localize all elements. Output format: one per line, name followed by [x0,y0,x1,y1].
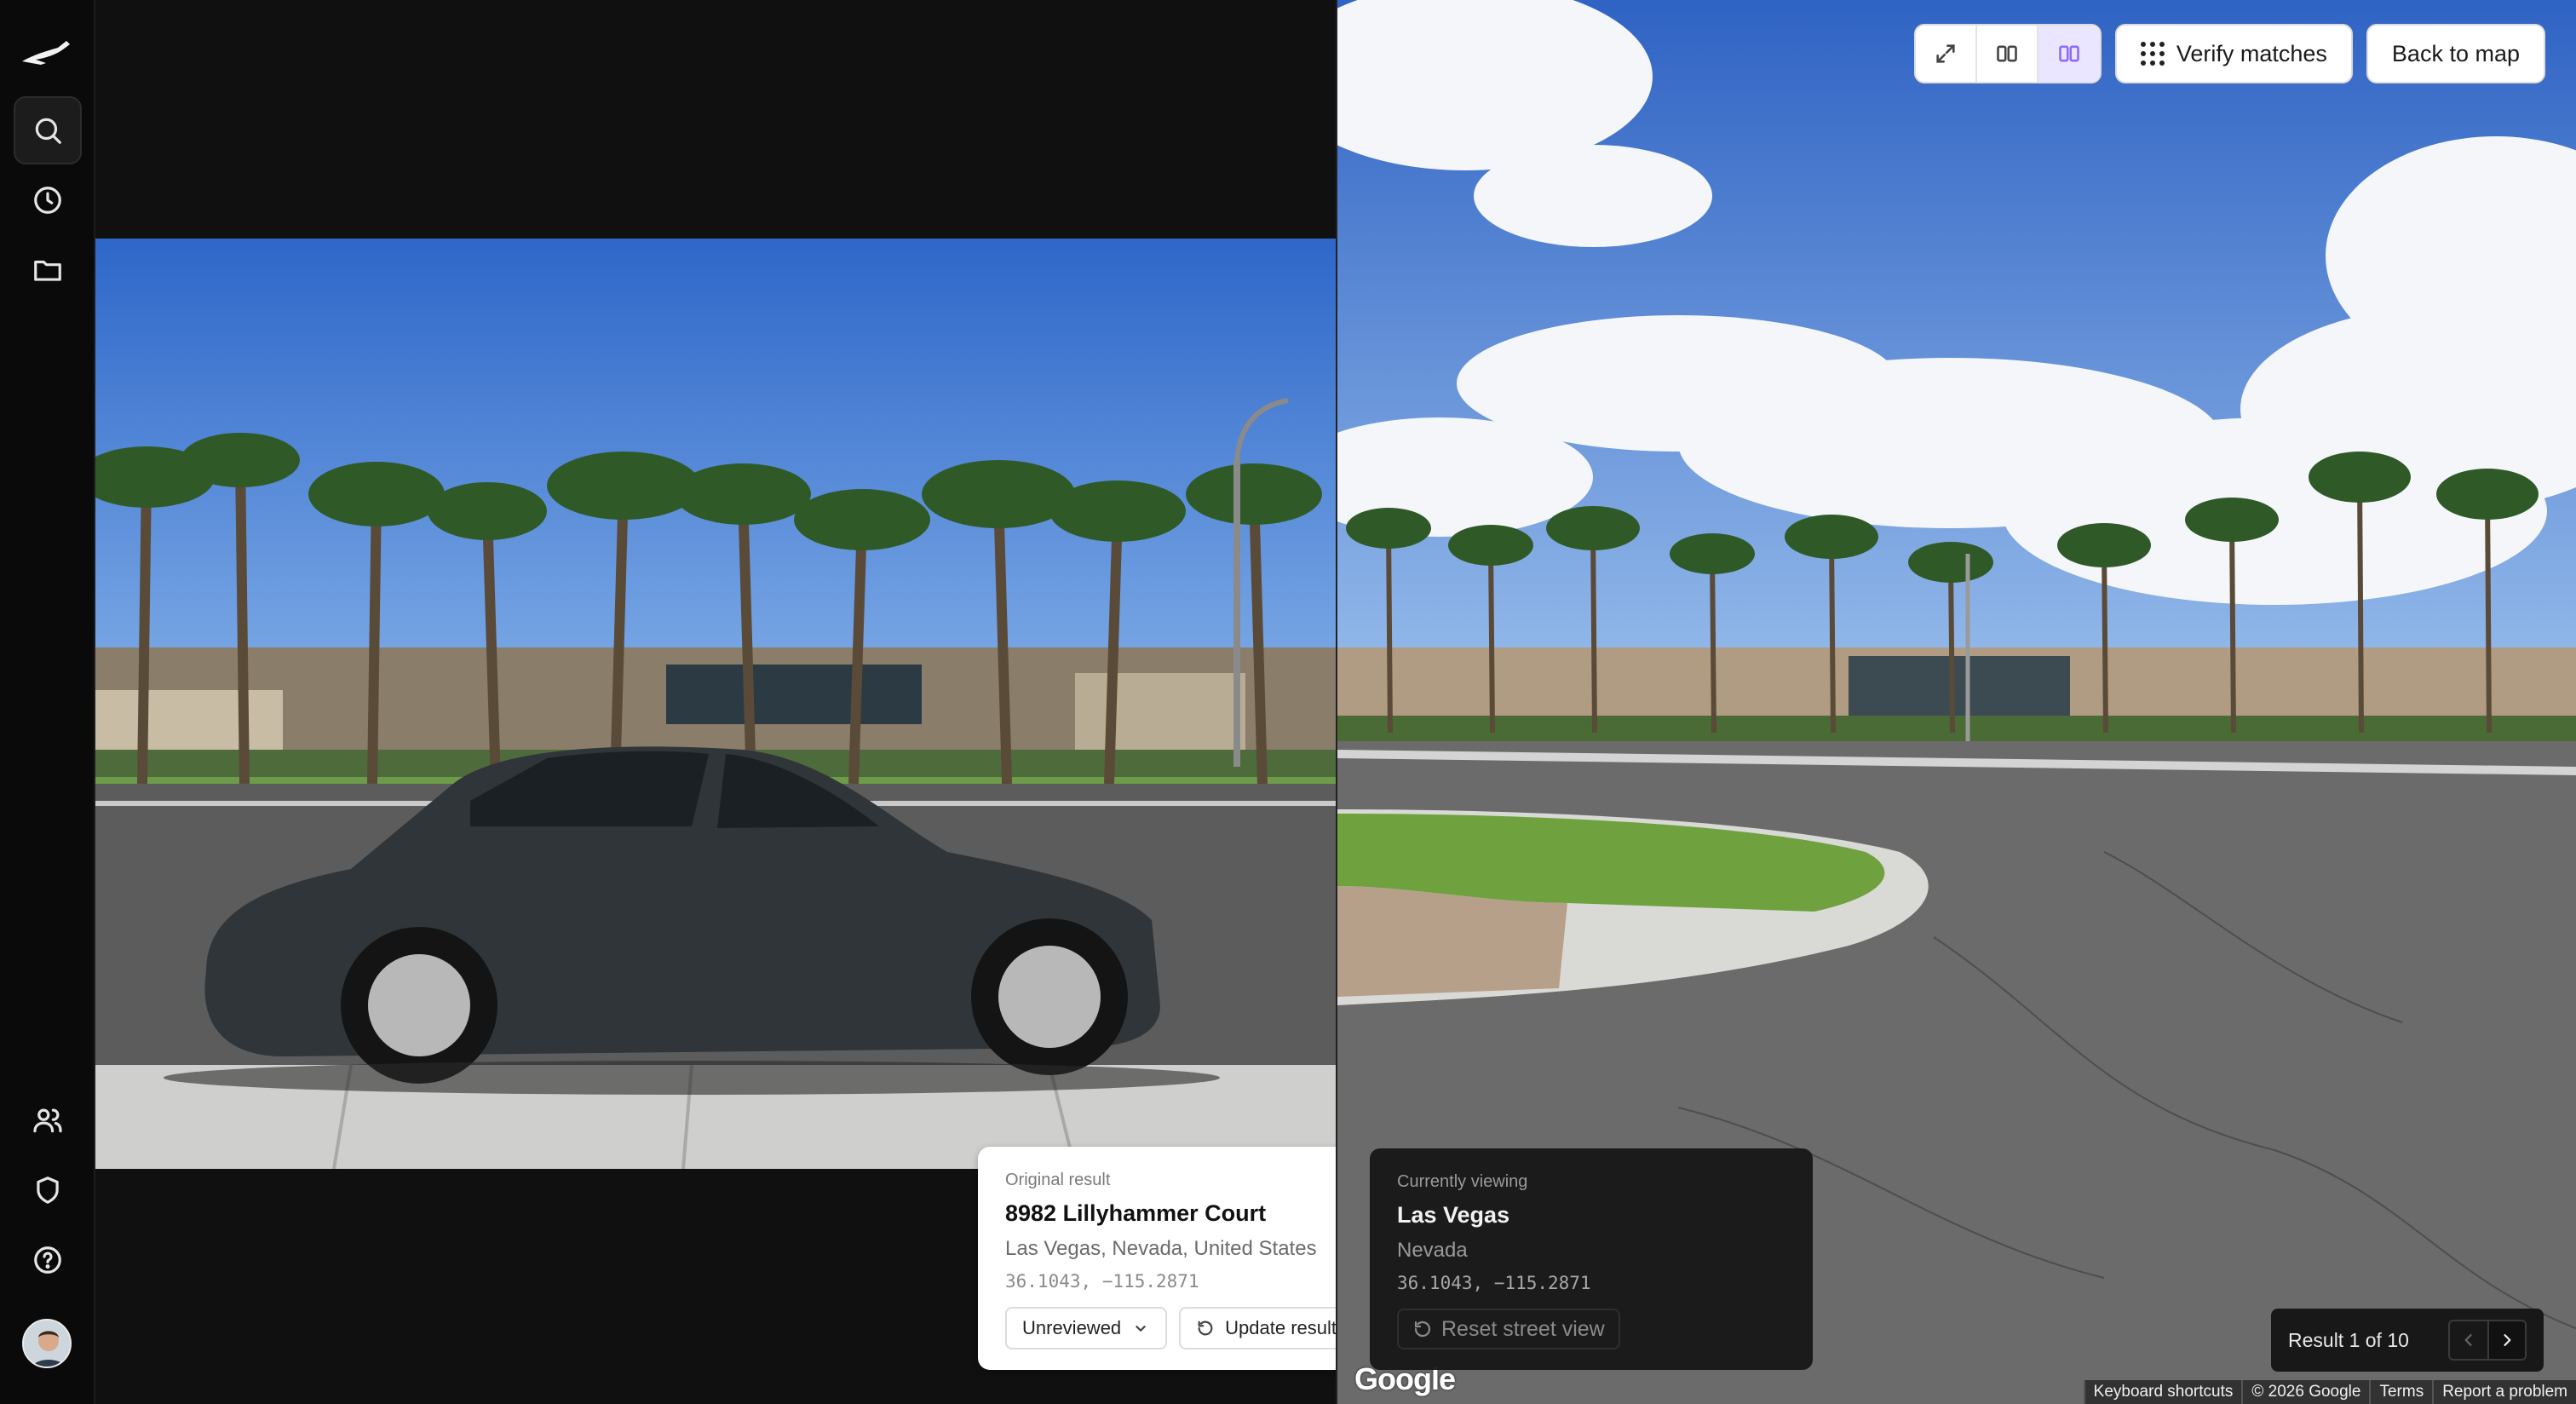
copyright-text: © 2026 Google [2241,1380,2370,1404]
reset-street-view-button[interactable]: Reset street view [1397,1309,1620,1349]
sidebar-item-folder[interactable] [14,236,82,304]
sidebar-item-search[interactable] [14,96,82,164]
terms-link[interactable]: Terms [2369,1380,2433,1404]
result-count-label: Result 1 of 10 [2288,1328,2409,1351]
original-result-caption: Original result [1005,1171,1111,1189]
sidebar-item-history[interactable] [14,166,82,234]
result-pager: Result 1 of 10 [2271,1309,2544,1372]
viewing-city: Las Vegas [1397,1202,1510,1228]
sidebar-item-security[interactable] [14,1156,82,1224]
search-icon [35,118,61,144]
original-address: 8982 Lillyhammer Court [1005,1200,1267,1226]
original-city: Las Vegas, Nevada, United States [1005,1237,1317,1260]
currently-viewing-card: Currently viewing Las Vegas Nevada 36.10… [1370,1148,1813,1370]
split-columns-icon [1997,45,2017,62]
refresh-icon [1198,1321,1213,1336]
help-icon [34,1246,61,1274]
report-problem-link[interactable]: Report a problem [2432,1380,2576,1404]
split-view-button[interactable] [1977,26,2038,82]
chevron-left-icon [2464,1334,2472,1346]
update-result-button[interactable]: Update result [1179,1307,1354,1349]
sidebar [0,0,95,1404]
chevron-down-icon [1136,1326,1146,1332]
update-result-label: Update result [1225,1317,1337,1338]
viewing-coords: 36.1043, −115.2871 [1397,1273,1591,1293]
viewing-state: Nevada [1397,1239,1468,1262]
review-status-label: Unreviewed [1022,1317,1122,1338]
pager-arrows [2448,1320,2527,1361]
google-attribution-bar: Keyboard shortcuts © 2026 Google Terms R… [2083,1380,2576,1404]
side-by-side-view-button[interactable] [2038,26,2100,82]
logo-icon[interactable] [20,37,75,68]
back-to-map-button[interactable]: Back to map [2366,24,2545,83]
toolbar: Verify matches Back to map [1913,24,2545,83]
reset-icon [1414,1321,1431,1338]
review-status-dropdown[interactable]: Unreviewed [1005,1307,1168,1349]
split-columns-active-icon [2059,45,2079,62]
keyboard-shortcuts-link[interactable]: Keyboard shortcuts [2083,1380,2242,1404]
clock-icon [34,187,61,214]
reset-street-view-label: Reset street view [1441,1316,1605,1341]
original-coords: 36.1043, −115.2871 [1005,1271,1199,1292]
sidebar-item-help[interactable] [14,1226,82,1294]
grid-dots-icon [2140,42,2165,66]
avatar[interactable] [22,1319,72,1368]
original-photo-pane: Original result 8982 Lillyhammer Court L… [95,0,1397,1404]
expand-icon [1936,44,1955,63]
sidebar-item-users[interactable] [14,1086,82,1154]
users-icon [33,1108,62,1133]
original-photo[interactable] [95,239,1336,1169]
folder-icon [34,260,61,281]
previous-result-button[interactable] [2450,1321,2487,1359]
verify-matches-button[interactable]: Verify matches [2114,24,2353,83]
expand-view-button[interactable] [1916,26,1977,82]
next-result-button[interactable] [2487,1321,2525,1359]
currently-viewing-caption: Currently viewing [1397,1172,1528,1191]
verify-matches-label: Verify matches [2176,40,2327,66]
view-mode-toggle [1913,24,2102,83]
back-to-map-label: Back to map [2391,40,2520,66]
original-result-card: Original result 8982 Lillyhammer Court L… [978,1147,1397,1370]
chevron-right-icon [2504,1334,2511,1346]
shield-icon [37,1177,59,1204]
